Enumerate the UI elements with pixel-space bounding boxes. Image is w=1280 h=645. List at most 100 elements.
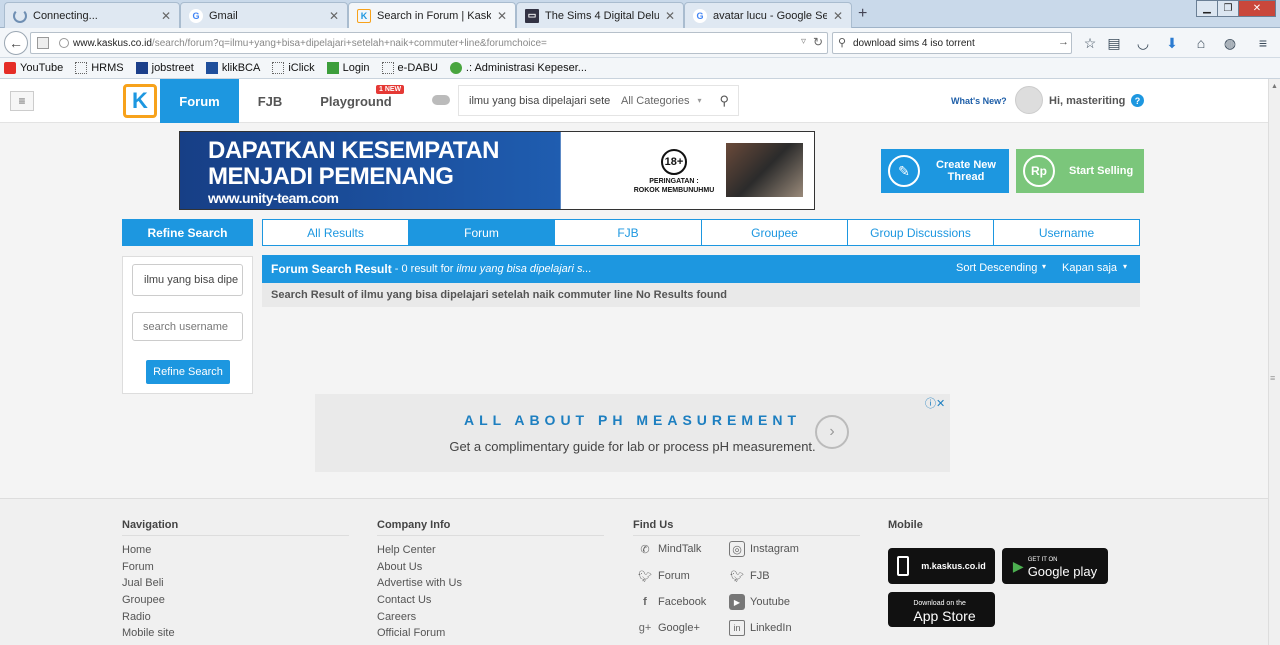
username-search-input[interactable]: search username	[132, 312, 243, 341]
social-instagram[interactable]: ◎ Instagram	[729, 541, 799, 557]
social-facebook[interactable]: f Facebook	[637, 594, 706, 610]
tab-close-icon[interactable]: ✕	[497, 9, 507, 23]
tab-group-discussions[interactable]: Group Discussions	[847, 219, 994, 246]
ph-ad[interactable]: ALL ABOUT PH MEASUREMENT Get a complimen…	[315, 394, 950, 472]
search-icon[interactable]: ⚲	[720, 93, 730, 109]
footer-link-help-center[interactable]: Help Center	[377, 544, 436, 556]
url-host: www.kaskus.co.id	[73, 37, 152, 49]
refine-search-button[interactable]: Refine Search	[146, 360, 230, 384]
tab-all-results[interactable]: All Results	[262, 219, 409, 246]
rupiah-icon: Rp	[1023, 155, 1055, 187]
kaskus-search-input[interactable]: ilmu yang bisa dipelajari setelah	[469, 95, 611, 107]
social-twitter-forum[interactable]: 🐦︎ Forum	[637, 568, 690, 584]
adchoices-icon[interactable]: ⓘ✕	[925, 395, 945, 411]
help-icon[interactable]: ?	[1131, 94, 1144, 107]
bookmark-star-icon[interactable]: ☆	[1081, 34, 1099, 52]
tab-close-icon[interactable]: ✕	[833, 9, 843, 23]
home-icon[interactable]: ⌂	[1192, 34, 1210, 52]
footer-link-about-us[interactable]: About Us	[377, 561, 422, 573]
browser-search-bar[interactable]: ⚲ download sims 4 iso torrent →	[832, 32, 1072, 54]
chevron-right-icon[interactable]: ›	[815, 415, 849, 449]
social-label: Youtube	[750, 596, 790, 608]
bookmark-klikbca[interactable]: klikBCA	[205, 62, 260, 74]
nav-forum[interactable]: Forum	[160, 79, 239, 123]
footer-link-radio[interactable]: Radio	[122, 611, 151, 623]
category-select[interactable]: All Categories	[621, 95, 689, 107]
minimize-icon[interactable]: ▁	[1196, 0, 1218, 17]
bookmark-iclick[interactable]: iClick	[272, 62, 315, 74]
tab-close-icon[interactable]: ✕	[329, 9, 339, 23]
avatar[interactable]	[1015, 86, 1043, 114]
bookmark-jobstreet[interactable]: jobstreet	[135, 62, 194, 74]
browser-tab-kaskus[interactable]: K Search in Forum | Kaskus - ... ✕	[348, 2, 516, 29]
social-youtube[interactable]: ▶ Youtube	[729, 594, 790, 610]
social-twitter-fjb[interactable]: 🐦︎ FJB	[729, 568, 770, 584]
footer-link-groupee[interactable]: Groupee	[122, 594, 165, 606]
banner-photo	[726, 143, 803, 197]
browser-tab-gmail[interactable]: G Gmail ✕	[180, 2, 348, 28]
bookmark-bpjs[interactable]: .: Administrasi Kepeser...	[449, 62, 587, 74]
footer-link-forum[interactable]: Forum	[122, 561, 154, 573]
sort-dropdown[interactable]: Sort Descending	[956, 262, 1037, 274]
social-googleplus[interactable]: g+ Google+	[637, 620, 700, 636]
refine-query-input[interactable]: ilmu yang bisa dipe	[132, 264, 243, 296]
footer-link-careers[interactable]: Careers	[377, 611, 416, 623]
app-store-button[interactable]: Download on the App Store	[888, 592, 995, 627]
footer-link-contact-us[interactable]: Contact Us	[377, 594, 431, 606]
reload-icon[interactable]: ↻	[813, 35, 823, 49]
kaskus-logo[interactable]: K	[123, 84, 157, 118]
chat-icon[interactable]: ◍	[1221, 34, 1239, 52]
tab-close-icon[interactable]: ✕	[665, 9, 675, 23]
social-label: Google+	[658, 622, 700, 634]
close-window-icon[interactable]: ✕	[1238, 0, 1276, 17]
page-identity-icon[interactable]	[37, 37, 49, 49]
browser-tab-avatar[interactable]: G avatar lucu - Google Search ✕	[684, 2, 852, 28]
tab-fjb[interactable]: FJB	[554, 219, 702, 246]
time-dropdown[interactable]: Kapan saja	[1062, 262, 1117, 274]
whats-new-link[interactable]: What's New?	[951, 96, 1007, 106]
banner-ad[interactable]: DAPATKAN KESEMPATAN MENJADI PEMENANG www…	[179, 131, 815, 210]
tab-groupee[interactable]: Groupee	[701, 219, 848, 246]
back-button[interactable]: ←	[4, 31, 28, 55]
menu-icon[interactable]: ≡	[1254, 34, 1272, 52]
scroll-grip-icon[interactable]: ≡	[1270, 373, 1275, 383]
browser-tab-sims[interactable]: ▭ The Sims 4 Digital Deluxe E... ✕	[516, 2, 684, 28]
user-greeting[interactable]: Hi, masteriting	[1049, 95, 1125, 107]
hamburger-icon[interactable]: ≡	[10, 91, 34, 111]
bookmark-hrms[interactable]: HRMS	[75, 62, 124, 74]
new-tab-button[interactable]: +	[858, 5, 867, 23]
footer-link-jual-beli[interactable]: Jual Beli	[122, 577, 164, 589]
bookmark-edabu[interactable]: e-DABU	[381, 62, 438, 74]
maximize-icon[interactable]: ❐	[1217, 0, 1239, 17]
dropdown-icon[interactable]: ▿	[801, 36, 806, 47]
mobile-site-button[interactable]: m.kaskus.co.id	[888, 548, 995, 584]
page-icon: ▭	[525, 8, 539, 23]
nav-fjb[interactable]: FJB	[249, 79, 291, 123]
page-scrollbar[interactable]: ▲ ≡	[1268, 79, 1280, 645]
google-play-button[interactable]: ▶ GET IT ON Google play	[1002, 548, 1108, 584]
browser-tab-connecting[interactable]: Connecting... ✕	[4, 2, 180, 28]
footer-link-advertise[interactable]: Advertise with Us	[377, 577, 462, 589]
footer-link-home[interactable]: Home	[122, 544, 151, 556]
download-icon[interactable]: ⬇	[1163, 34, 1181, 52]
footer-link-official-forum[interactable]: Official Forum	[377, 627, 445, 639]
tab-username[interactable]: Username	[993, 219, 1140, 246]
footer-link-mobile-site[interactable]: Mobile site	[122, 627, 175, 639]
age-badge: 18+	[661, 149, 687, 175]
social-linkedin[interactable]: in LinkedIn	[729, 620, 792, 636]
social-mindtalk[interactable]: ✆ MindTalk	[637, 541, 701, 557]
pocket-icon[interactable]: ◡	[1134, 34, 1152, 52]
bookmark-youtube[interactable]: YouTube	[4, 62, 63, 74]
bpjs-icon	[449, 62, 462, 74]
tab-close-icon[interactable]: ✕	[161, 9, 171, 23]
cloud-icon[interactable]	[432, 95, 450, 105]
bookmark-label: HRMS	[91, 62, 124, 74]
bookmarks-list-icon[interactable]: ▤	[1105, 34, 1123, 52]
start-selling-button[interactable]: Rp Start Selling	[1016, 149, 1144, 193]
tab-forum[interactable]: Forum	[408, 219, 555, 246]
address-bar[interactable]: www.kaskus.co.id /search/forum?q=ilmu+ya…	[30, 32, 828, 54]
search-go-icon[interactable]: →	[1058, 36, 1069, 48]
create-thread-button[interactable]: ✎ Create New Thread	[881, 149, 1009, 193]
scroll-up-icon[interactable]: ▲	[1271, 83, 1278, 90]
bookmark-login[interactable]: Login	[326, 62, 370, 74]
